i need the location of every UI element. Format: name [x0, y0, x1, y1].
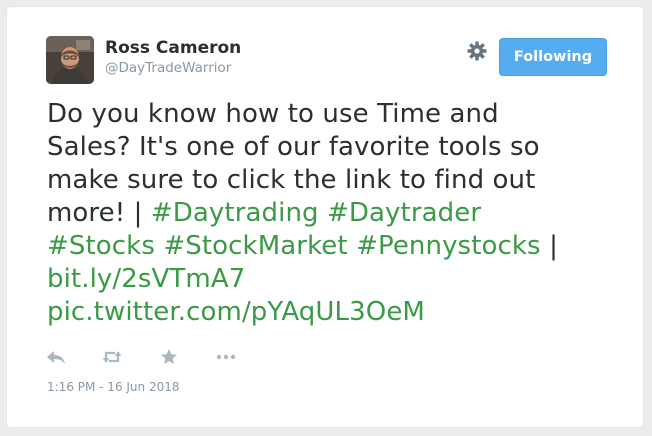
separator-text: |	[540, 231, 558, 261]
avatar[interactable]	[46, 36, 94, 84]
tweet-line: make sure to click the link to find out	[47, 165, 536, 195]
hashtag-link[interactable]: #StockMarket	[163, 231, 347, 261]
hashtag-link[interactable]: #Stocks	[47, 231, 155, 261]
tweet-timestamp[interactable]: 1:16 PM - 16 Jun 2018	[47, 380, 180, 394]
author-name[interactable]: Ross Cameron	[105, 38, 241, 58]
hashtag-link[interactable]: #Daytrader	[327, 198, 481, 228]
tweet-card: Ross Cameron @DayTradeWarrior Following …	[6, 6, 644, 428]
gear-icon[interactable]	[466, 40, 488, 62]
author-handle[interactable]: @DayTradeWarrior	[105, 60, 231, 76]
tweet-line: Sales? It's one of our favorite tools so	[47, 132, 540, 162]
tweet-line-text: more! |	[47, 198, 151, 228]
tweet-line: #Stocks #StockMarket #Pennystocks |	[47, 230, 627, 263]
tweet-line: more! | #Daytrading #Daytrader	[47, 197, 627, 230]
hashtag-link[interactable]: #Pennystocks	[356, 231, 541, 261]
tweet-text: Do you know how to use Time and Sales? I…	[47, 98, 627, 329]
hashtag-link[interactable]: #Daytrading	[151, 198, 319, 228]
favorite-icon[interactable]	[158, 347, 180, 367]
tweet-line: bit.ly/2sVTmA7	[47, 263, 627, 296]
reply-icon[interactable]	[45, 347, 67, 367]
more-icon[interactable]	[215, 347, 237, 367]
short-link[interactable]: bit.ly/2sVTmA7	[47, 264, 245, 294]
following-button[interactable]: Following	[499, 38, 607, 76]
media-link[interactable]: pic.twitter.com/pYAqUL3OeM	[47, 297, 425, 327]
retweet-icon[interactable]	[101, 347, 123, 367]
tweet-line: pic.twitter.com/pYAqUL3OeM	[47, 296, 627, 329]
tweet-line: Do you know how to use Time and	[47, 99, 499, 129]
